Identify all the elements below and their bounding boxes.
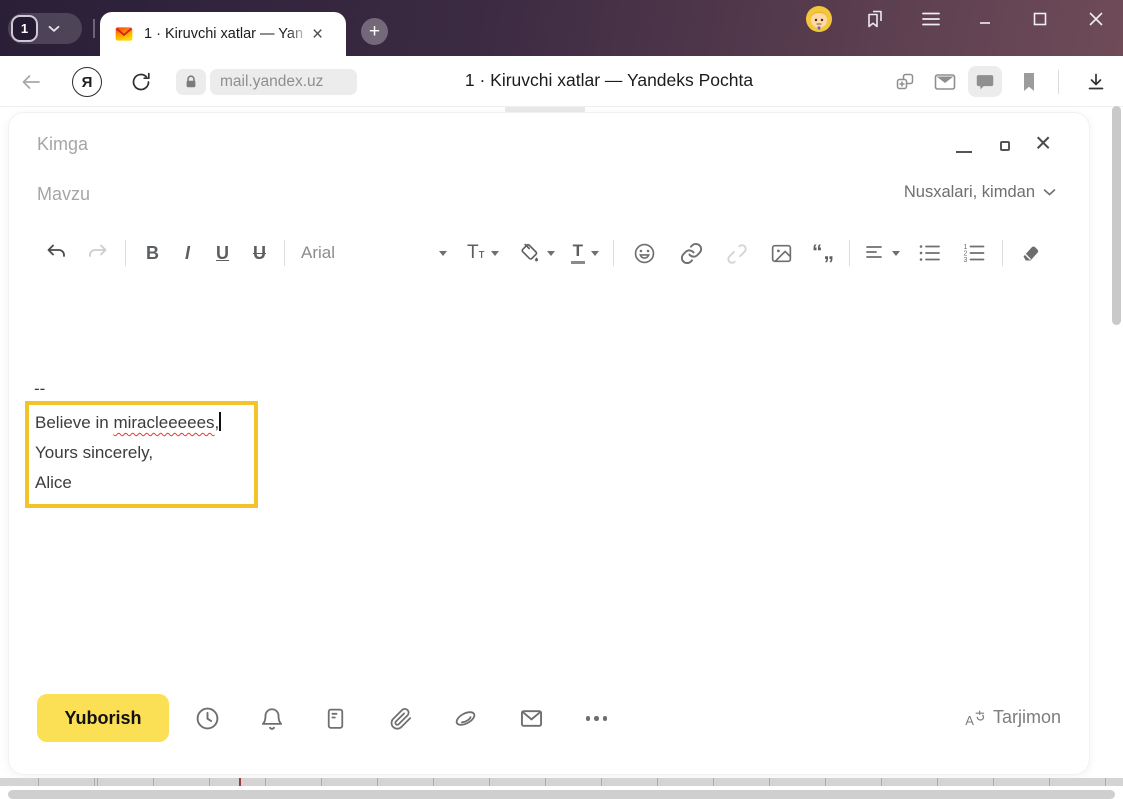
- undo-button[interactable]: [45, 242, 69, 264]
- site-security-lock-icon[interactable]: [176, 69, 206, 95]
- bookmark-icon[interactable]: [1014, 67, 1044, 97]
- vertical-scrollbar-thumb[interactable]: [1112, 106, 1121, 325]
- chevron-down-icon: [439, 250, 448, 256]
- misspelled-word: miracleeeees: [113, 413, 215, 432]
- bold-button[interactable]: B: [146, 243, 159, 264]
- message-body-editor[interactable]: -- Believe in miracleeeees, Yours sincer…: [25, 293, 1049, 664]
- chevron-down-icon: [590, 250, 599, 256]
- blockquote-button[interactable]: “„: [812, 241, 835, 265]
- italic-button[interactable]: I: [185, 243, 190, 264]
- chevron-down-icon: [546, 250, 555, 256]
- send-button[interactable]: Yuborish: [37, 694, 169, 742]
- compose-close-button[interactable]: ×: [1035, 129, 1051, 157]
- highlight-color-button[interactable]: [517, 241, 555, 265]
- font-family-select[interactable]: Arial: [301, 243, 448, 263]
- reload-button[interactable]: [126, 67, 156, 97]
- sidebar-panels-icon[interactable]: [861, 5, 889, 33]
- bottom-tick-strip: [0, 778, 1123, 786]
- chevron-down-icon: [891, 250, 900, 256]
- downloads-icon[interactable]: [1081, 67, 1111, 97]
- profile-avatar[interactable]: [805, 5, 833, 33]
- bottom-bar: [8, 790, 1115, 799]
- chat-button[interactable]: [968, 66, 1002, 97]
- underline-button[interactable]: U: [216, 243, 229, 264]
- window-maximize-button[interactable]: [1026, 5, 1054, 33]
- formatting-toolbar: B I U U Arial Tт T “„ 1 2 3: [45, 231, 1059, 275]
- toolbar-divider: [1058, 70, 1059, 94]
- chevron-down-icon: [1043, 189, 1056, 196]
- translate-kana-icon: [975, 710, 985, 721]
- insert-image-button[interactable]: [769, 241, 794, 266]
- tabbar-divider: [93, 19, 95, 38]
- toolbar-divider: [284, 240, 286, 266]
- clear-formatting-button[interactable]: [1017, 241, 1043, 265]
- insert-link-button[interactable]: [679, 241, 704, 266]
- tab-title: 1 · Kiruvchi xatlar — Yan: [144, 26, 304, 42]
- to-field[interactable]: [37, 129, 657, 159]
- signature-line-3: Alice: [35, 473, 72, 492]
- cc-from-label: Nusxalari, kimdan: [903, 183, 1035, 201]
- browser-menu-icon[interactable]: [917, 5, 945, 33]
- titlebar: 1 1 · Kiruvchi xatlar — Yan × +: [0, 0, 1123, 56]
- add-to-collection-icon[interactable]: [890, 67, 920, 97]
- redo-button[interactable]: [85, 242, 109, 264]
- reminder-bell-icon[interactable]: [258, 705, 285, 732]
- window-minimize-button[interactable]: [971, 5, 999, 33]
- toolbar-divider: [125, 240, 126, 266]
- attach-from-disk-icon[interactable]: [452, 705, 479, 732]
- chevron-down-icon: [48, 25, 60, 32]
- address-bar[interactable]: mail.yandex.uz: [210, 69, 358, 95]
- signature-line-1: Believe in miracleeeees,: [35, 412, 221, 432]
- compose-window: × Nusxalari, kimdan B I U U: [8, 112, 1090, 775]
- yandex-mail-favicon-icon: [115, 27, 133, 41]
- subject-field[interactable]: [37, 179, 657, 209]
- signature-highlight-box[interactable]: Believe in miracleeeees, Yours sincerely…: [25, 401, 258, 508]
- yandex-logo-button[interactable]: Я: [72, 67, 102, 97]
- bottom-red-tick: [239, 778, 241, 786]
- window-close-button[interactable]: [1082, 5, 1110, 33]
- back-button[interactable]: [16, 67, 46, 97]
- translator-label: Tarjimon: [992, 707, 1061, 727]
- chevron-down-icon: [490, 250, 499, 256]
- toolbar-divider: [848, 240, 850, 266]
- bullet-list-button[interactable]: [918, 243, 942, 263]
- schedule-send-icon[interactable]: [194, 705, 221, 732]
- text-cursor: [219, 412, 221, 431]
- attach-file-icon[interactable]: [387, 705, 414, 732]
- remove-link-button[interactable]: [724, 241, 749, 266]
- toolbar-divider: [1001, 240, 1003, 266]
- tab-group-pill[interactable]: 1: [8, 13, 82, 44]
- svg-text:3: 3: [963, 257, 967, 263]
- new-tab-button[interactable]: +: [361, 18, 388, 45]
- compose-restore-button[interactable]: [1000, 141, 1010, 151]
- navigation-toolbar: Я mail.yandex.uz 1 · Kiruvchi xatlar — Y…: [0, 56, 1123, 107]
- attach-from-mail-icon[interactable]: [518, 705, 545, 732]
- numbered-list-button[interactable]: 1 2 3: [962, 243, 986, 263]
- browser-window: 1 1 · Kiruvchi xatlar — Yan × + Я mail.y…: [0, 0, 1123, 799]
- signature-line-2: Yours sincerely,: [35, 443, 154, 462]
- emoji-button[interactable]: [632, 241, 657, 266]
- active-tab[interactable]: 1 · Kiruvchi xatlar — Yan ×: [100, 12, 346, 56]
- cc-from-toggle[interactable]: Nusxalari, kimdan: [904, 183, 1056, 202]
- strikethrough-button[interactable]: U: [253, 243, 266, 264]
- font-family-value: Arial: [301, 243, 336, 262]
- translate-letter: A: [965, 713, 974, 728]
- text-align-button[interactable]: [864, 243, 900, 263]
- font-size-button[interactable]: Tт: [467, 242, 499, 264]
- tab-close-icon[interactable]: ×: [312, 25, 323, 44]
- compose-minimize-button[interactable]: [956, 151, 972, 154]
- mail-icon[interactable]: [930, 67, 960, 97]
- template-icon[interactable]: [322, 705, 349, 732]
- tab-count-badge[interactable]: 1: [11, 15, 38, 42]
- translator-button[interactable]: A Tarjimon: [965, 707, 1061, 728]
- signature-separator: --: [34, 379, 46, 398]
- toolbar-divider: [612, 240, 614, 266]
- text-color-button[interactable]: T: [570, 241, 599, 264]
- more-actions-icon[interactable]: [583, 705, 610, 732]
